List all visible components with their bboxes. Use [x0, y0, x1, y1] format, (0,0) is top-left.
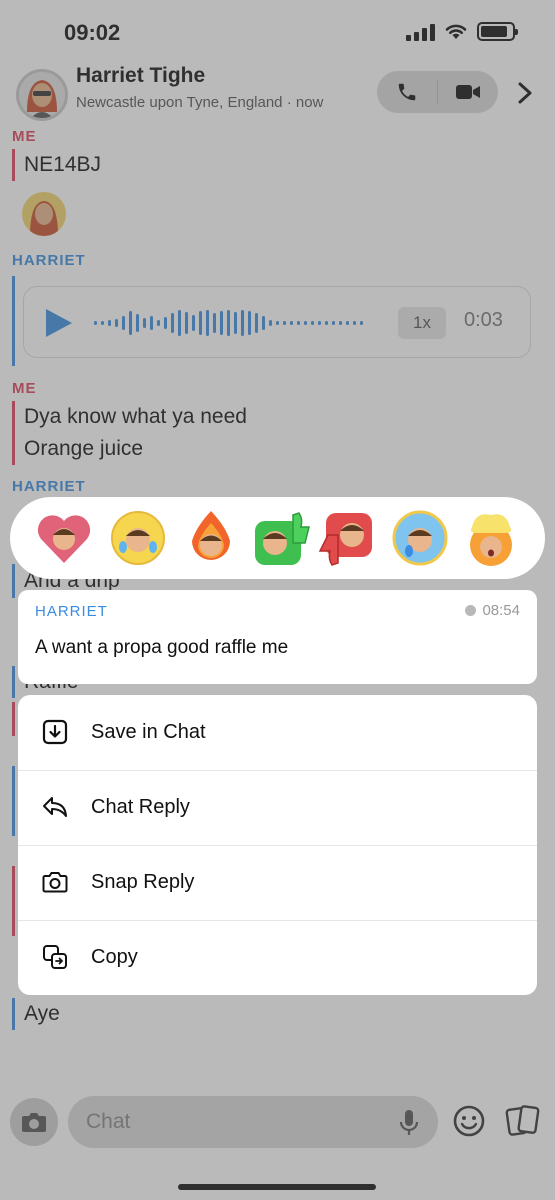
sad-tear-bitmoji-icon[interactable] — [391, 509, 449, 567]
chat-reply-button[interactable]: Chat Reply — [18, 770, 537, 845]
save-download-icon — [42, 719, 68, 745]
menu-label: Chat Reply — [91, 796, 190, 818]
message-context-menu: Save in Chat Chat Reply Snap Reply Copy — [18, 695, 537, 995]
mind-blown-bitmoji-icon[interactable] — [462, 509, 520, 567]
thumbs-down-bitmoji-icon[interactable] — [316, 509, 374, 567]
copy-button[interactable]: Copy — [18, 920, 537, 995]
reply-arrow-icon — [43, 797, 67, 817]
snap-reply-button[interactable]: Snap Reply — [18, 845, 537, 920]
focused-message: HARRIET 08:54 A want a propa good raffle… — [18, 590, 537, 684]
camera-icon — [42, 872, 68, 893]
copy-icon — [43, 945, 67, 969]
menu-label: Save in Chat — [91, 721, 206, 743]
focused-message-text: A want a propa good raffle me — [35, 637, 289, 658]
focused-message-timestamp: 08:54 — [482, 602, 520, 619]
status-dot-icon — [465, 605, 477, 616]
fire-bitmoji-icon[interactable] — [182, 509, 240, 567]
focused-message-time: 08:54 — [465, 602, 520, 619]
laughing-tears-bitmoji-icon[interactable] — [109, 509, 167, 567]
focused-message-sender: HARRIET — [35, 603, 108, 620]
thumbs-up-bitmoji-icon[interactable] — [253, 509, 311, 567]
menu-label: Copy — [91, 946, 138, 968]
menu-label: Snap Reply — [91, 871, 195, 893]
heart-bitmoji-icon[interactable] — [35, 509, 93, 567]
reaction-bar — [10, 497, 545, 579]
save-in-chat-button[interactable]: Save in Chat — [18, 695, 537, 770]
